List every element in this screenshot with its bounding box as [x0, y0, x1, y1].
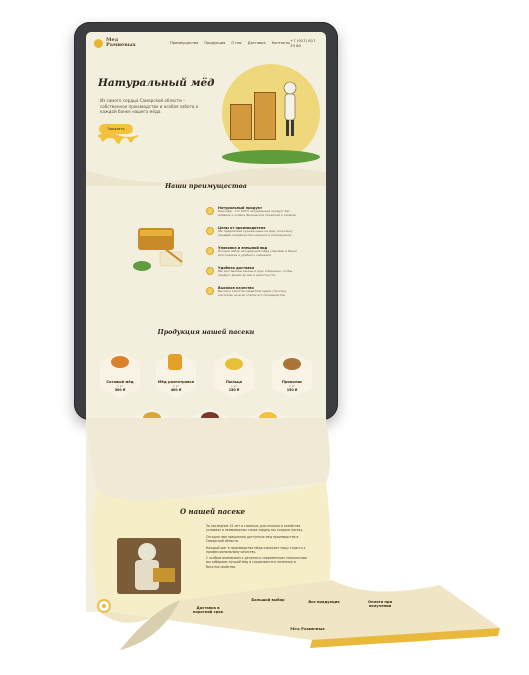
nav-link-contacts[interactable]: Контакты — [272, 41, 291, 45]
beekeeper-photo — [117, 538, 181, 594]
pollen-product-image — [225, 358, 243, 370]
truck-icon — [206, 267, 214, 275]
nav-link-products[interactable]: Продукция — [204, 41, 225, 45]
honeycomb-product-image — [111, 356, 129, 368]
hero-subtitle: Из самого сердца Самарской области – соб… — [100, 98, 199, 115]
advantage-item: Удобная доставка Мы доставляем заказы в с… — [206, 266, 298, 278]
honey-jar-icon — [206, 207, 214, 215]
footer-logo[interactable]: Мед Рамиевых — [290, 626, 325, 631]
order-button[interactable]: Заказать — [99, 124, 133, 134]
zabrus-product-image — [143, 412, 161, 424]
hero-title: Натуральный мёд — [98, 77, 215, 89]
logo-text: Мед Рамиевых — [106, 37, 136, 48]
nav-link-delivery[interactable]: Доставка — [248, 41, 266, 45]
about-text: За последние 15 лет в сложных для сельск… — [206, 524, 307, 569]
nav-link-advantages[interactable]: Преимущества — [170, 41, 198, 45]
advantage-item: Высокое качество Высокое качество мёда бл… — [206, 286, 298, 298]
beekeeper-figure — [283, 81, 297, 136]
beehive-icon — [230, 104, 252, 140]
advantages-title: Наши преимущества — [165, 182, 247, 190]
beehive-icon — [254, 92, 276, 140]
site-logo[interactable]: Мед Рамиевых — [94, 37, 136, 48]
package-icon — [206, 247, 214, 255]
nav-link-about[interactable]: О нас — [231, 41, 242, 45]
wax-product-image — [259, 412, 277, 424]
perga-product-image — [201, 412, 219, 424]
feature-payment: Оплата при получении — [368, 600, 392, 609]
advantage-item: Упаковка и внешний вид Полный набор натур… — [206, 246, 298, 258]
quality-badge-icon — [206, 287, 214, 295]
price-tag-icon — [206, 227, 214, 235]
feature-delivery: Доставка в короткий срок — [192, 606, 224, 615]
bee-logo-icon — [94, 38, 103, 48]
honey-jar-product-image — [168, 354, 182, 370]
honeycomb-illustration — [133, 228, 183, 271]
phone-number[interactable]: +7 (927) 617 33 80 — [290, 38, 318, 48]
advantage-item: Натуральный продукт Наш мёд – это 100% на… — [206, 206, 298, 218]
about-title: О нашей пасеке — [180, 507, 246, 516]
products-title: Продукция нашей пасеки — [157, 328, 255, 336]
feature-products: Вся продукция — [308, 600, 340, 604]
feature-choice: Большой выбор — [251, 598, 285, 602]
top-nav: Мед Рамиевых Преимущества Продукция О на… — [86, 32, 326, 54]
propolis-product-image — [283, 358, 301, 370]
advantage-item: Цены от производителя Мы предлагаем лучши… — [206, 226, 298, 238]
